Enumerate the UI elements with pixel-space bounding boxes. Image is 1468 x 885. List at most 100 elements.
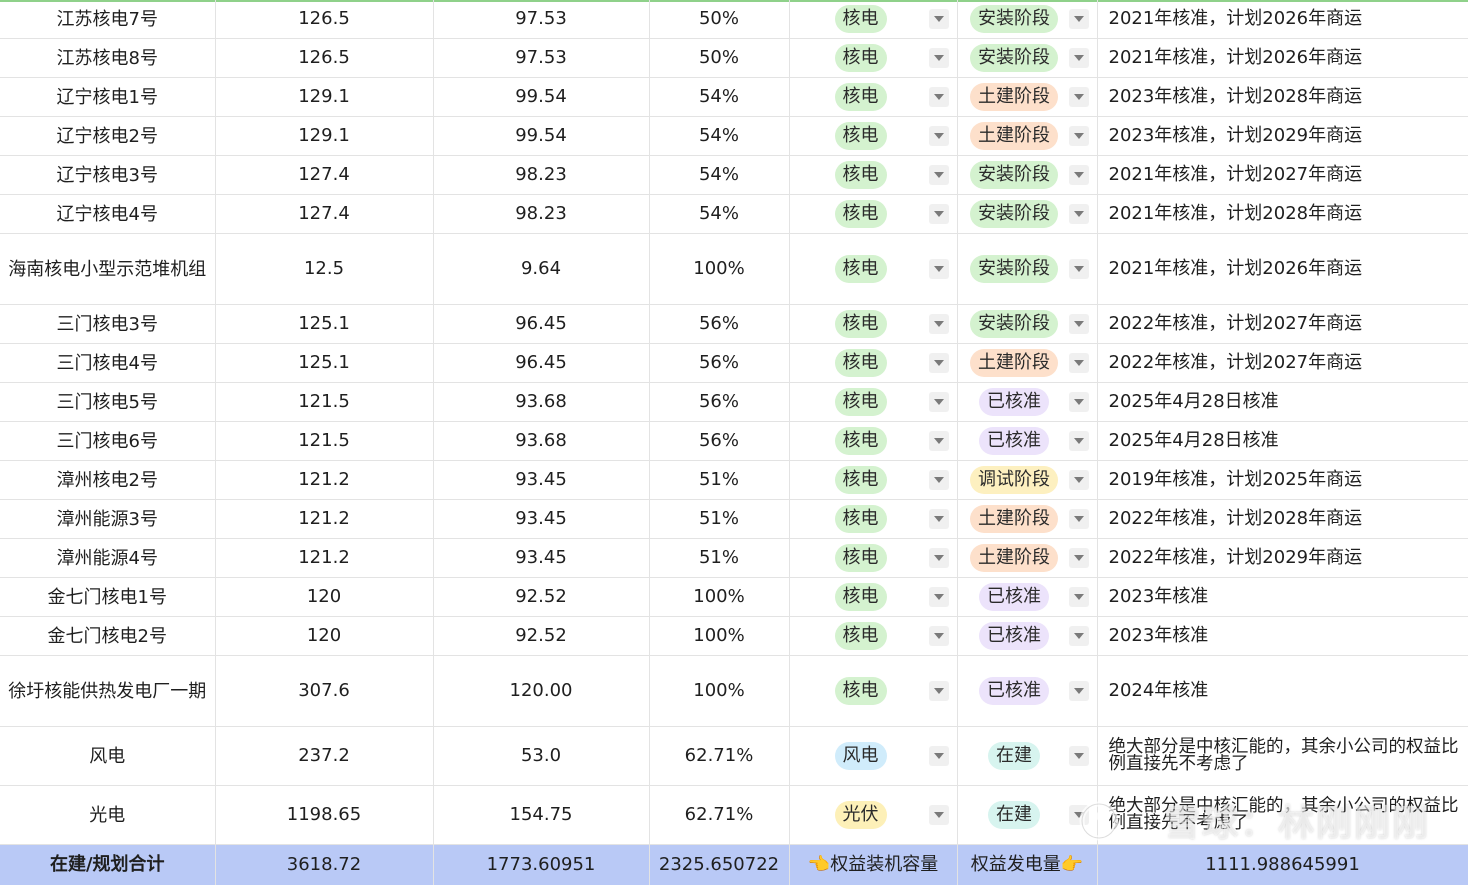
equity-capacity-cell[interactable]: 93.45	[433, 460, 650, 500]
dropdown-arrow-icon[interactable]	[1068, 259, 1089, 279]
dropdown-arrow-icon[interactable]	[1068, 587, 1089, 607]
type-select[interactable]: 核电	[790, 422, 957, 460]
capacity-cell[interactable]: 127.4	[215, 155, 434, 195]
capacity-cell[interactable]: 120	[215, 577, 434, 617]
type-select-cell[interactable]: 风电	[789, 726, 958, 786]
capacity-cell[interactable]: 126.5	[215, 38, 434, 78]
capacity-cell[interactable]: 121.5	[215, 382, 434, 422]
equity-capacity-cell[interactable]: 9.64	[433, 233, 650, 305]
note-cell[interactable]: 2022年核准，计划2029年商运	[1097, 538, 1468, 578]
stage-select-cell[interactable]: 土建阶段	[957, 499, 1098, 539]
note-cell[interactable]: 2022年核准，计划2027年商运	[1097, 304, 1468, 344]
dropdown-arrow-icon[interactable]	[928, 587, 949, 607]
equity-capacity-cell[interactable]: 97.53	[433, 0, 650, 39]
type-select-cell[interactable]: 核电	[789, 421, 958, 461]
project-name-cell[interactable]: 漳州能源4号	[0, 538, 216, 578]
note-cell[interactable]: 2021年核准，计划2026年商运	[1097, 38, 1468, 78]
type-select-cell[interactable]: 核电	[789, 77, 958, 117]
stage-select[interactable]: 在建	[958, 727, 1097, 785]
equity-generation-label[interactable]: 权益发电量👉	[957, 844, 1098, 885]
type-select-cell[interactable]: 核电	[789, 499, 958, 539]
type-select[interactable]: 核电	[790, 617, 957, 655]
equity-percent-cell[interactable]: 62.71%	[649, 785, 790, 845]
type-select[interactable]: 核电	[790, 461, 957, 499]
type-select-cell[interactable]: 核电	[789, 116, 958, 156]
dropdown-arrow-icon[interactable]	[928, 509, 949, 529]
stage-select-cell[interactable]: 土建阶段	[957, 116, 1098, 156]
dropdown-arrow-icon[interactable]	[1068, 626, 1089, 646]
stage-select[interactable]: 在建	[958, 786, 1097, 844]
capacity-cell[interactable]: 120	[215, 616, 434, 656]
equity-capacity-cell[interactable]: 92.52	[433, 616, 650, 656]
project-name-cell[interactable]: 徐圩核能供热发电厂一期	[0, 655, 216, 727]
stage-select-cell[interactable]: 安装阶段	[957, 155, 1098, 195]
stage-select[interactable]: 土建阶段	[958, 344, 1097, 382]
equity-capacity-cell[interactable]: 92.52	[433, 577, 650, 617]
dropdown-arrow-icon[interactable]	[1068, 48, 1089, 68]
type-select-cell[interactable]: 核电	[789, 155, 958, 195]
note-cell[interactable]: 2025年4月28日核准	[1097, 421, 1468, 461]
equity-percent-cell[interactable]: 54%	[649, 77, 790, 117]
equity-capacity-cell[interactable]: 93.45	[433, 538, 650, 578]
dropdown-arrow-icon[interactable]	[928, 548, 949, 568]
project-name-cell[interactable]: 三门核电4号	[0, 343, 216, 383]
type-select[interactable]: 核电	[790, 156, 957, 194]
type-select[interactable]: 风电	[790, 727, 957, 785]
dropdown-arrow-icon[interactable]	[928, 9, 949, 29]
dropdown-arrow-icon[interactable]	[928, 392, 949, 412]
stage-select[interactable]: 安装阶段	[958, 156, 1097, 194]
project-name-cell[interactable]: 金七门核电2号	[0, 616, 216, 656]
project-name-cell[interactable]: 漳州核电2号	[0, 460, 216, 500]
project-name-cell[interactable]: 辽宁核电1号	[0, 77, 216, 117]
type-select-cell[interactable]: 核电	[789, 382, 958, 422]
total-equity-capacity-cell[interactable]: 1773.60951	[433, 844, 650, 885]
stage-select-cell[interactable]: 安装阶段	[957, 0, 1098, 39]
type-select[interactable]: 核电	[790, 539, 957, 577]
dropdown-arrow-icon[interactable]	[1068, 9, 1089, 29]
dropdown-arrow-icon[interactable]	[928, 204, 949, 224]
total-capacity-cell[interactable]: 3618.72	[215, 844, 434, 885]
dropdown-arrow-icon[interactable]	[928, 259, 949, 279]
type-select[interactable]: 核电	[790, 383, 957, 421]
type-select[interactable]: 核电	[790, 578, 957, 616]
stage-select[interactable]: 土建阶段	[958, 500, 1097, 538]
note-cell[interactable]: 2022年核准，计划2027年商运	[1097, 343, 1468, 383]
project-name-cell[interactable]: 辽宁核电4号	[0, 194, 216, 234]
equity-capacity-cell[interactable]: 99.54	[433, 116, 650, 156]
project-name-cell[interactable]: 辽宁核电3号	[0, 155, 216, 195]
total-percent-cell[interactable]: 2325.650722	[649, 844, 790, 885]
equity-capacity-cell[interactable]: 99.54	[433, 77, 650, 117]
dropdown-arrow-icon[interactable]	[1068, 126, 1089, 146]
stage-select[interactable]: 已核准	[958, 578, 1097, 616]
capacity-cell[interactable]: 129.1	[215, 116, 434, 156]
stage-select-cell[interactable]: 已核准	[957, 382, 1098, 422]
type-select-cell[interactable]: 核电	[789, 38, 958, 78]
equity-capacity-cell[interactable]: 154.75	[433, 785, 650, 845]
stage-select-cell[interactable]: 安装阶段	[957, 304, 1098, 344]
stage-select[interactable]: 已核准	[958, 617, 1097, 655]
capacity-cell[interactable]: 121.5	[215, 421, 434, 461]
stage-select[interactable]: 已核准	[958, 656, 1097, 726]
equity-capacity-cell[interactable]: 120.00	[433, 655, 650, 727]
dropdown-arrow-icon[interactable]	[1068, 431, 1089, 451]
type-select-cell[interactable]: 核电	[789, 233, 958, 305]
type-select[interactable]: 核电	[790, 656, 957, 726]
dropdown-arrow-icon[interactable]	[928, 681, 949, 701]
project-name-cell[interactable]: 辽宁核电2号	[0, 116, 216, 156]
stage-select[interactable]: 已核准	[958, 383, 1097, 421]
capacity-cell[interactable]: 12.5	[215, 233, 434, 305]
stage-select-cell[interactable]: 土建阶段	[957, 343, 1098, 383]
stage-select-cell[interactable]: 已核准	[957, 616, 1098, 656]
note-cell[interactable]: 2021年核准，计划2027年商运	[1097, 155, 1468, 195]
stage-select-cell[interactable]: 安装阶段	[957, 233, 1098, 305]
dropdown-arrow-icon[interactable]	[928, 746, 949, 766]
project-name-cell[interactable]: 三门核电6号	[0, 421, 216, 461]
note-cell[interactable]: 绝大部分是中核汇能的，其余小公司的权益比例直接先不考虑了	[1097, 726, 1468, 786]
note-cell[interactable]: 2023年核准	[1097, 616, 1468, 656]
stage-select-cell[interactable]: 已核准	[957, 421, 1098, 461]
dropdown-arrow-icon[interactable]	[928, 48, 949, 68]
type-select[interactable]: 核电	[790, 305, 957, 343]
dropdown-arrow-icon[interactable]	[928, 353, 949, 373]
project-name-cell[interactable]: 风电	[0, 726, 216, 786]
dropdown-arrow-icon[interactable]	[928, 805, 949, 825]
